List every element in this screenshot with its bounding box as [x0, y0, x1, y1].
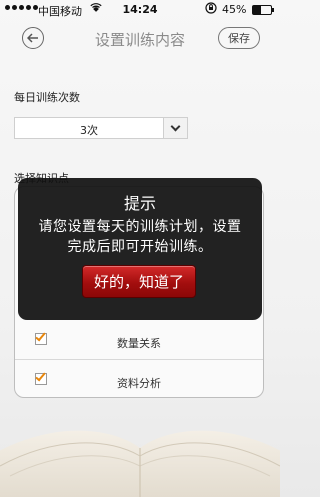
module-item-data-analysis[interactable]: 资料分析	[15, 364, 263, 398]
dialog-message-line2: 完成后即可开始训练。	[67, 239, 213, 255]
rotation-lock-icon	[205, 2, 217, 17]
status-bar: 中国移动 14:24 45%	[0, 0, 280, 20]
module-label: 数量关系	[117, 337, 161, 350]
daily-count-value: 3次	[80, 124, 98, 137]
chevron-down-icon	[170, 121, 181, 131]
save-button[interactable]: 保存	[218, 27, 260, 49]
dialog-title: 提示	[123, 194, 156, 213]
battery-percent: 45%	[222, 3, 247, 16]
divider	[15, 359, 263, 360]
confirm-button[interactable]: 好的，知道了	[82, 265, 196, 298]
nav-bar: 设置训练内容 保存	[0, 20, 280, 56]
module-label: 资料分析	[117, 377, 161, 390]
module-item-quantity[interactable]: 数量关系	[15, 324, 263, 358]
battery-fill	[253, 6, 262, 14]
select-arrow[interactable]	[163, 118, 187, 138]
tip-dialog: 提示 请您设置每天的训练计划，设置 完成后即可开始训练。 好的，知道了	[18, 178, 262, 320]
dialog-message-line1: 请您设置每天的训练计划，设置	[38, 219, 242, 235]
dialog-message: 请您设置每天的训练计划，设置 完成后即可开始训练。	[28, 217, 252, 257]
battery-icon	[252, 5, 274, 15]
daily-count-select[interactable]: 3次	[14, 117, 188, 139]
open-book-image	[0, 396, 290, 497]
daily-count-label: 每日训练次数	[14, 91, 80, 104]
